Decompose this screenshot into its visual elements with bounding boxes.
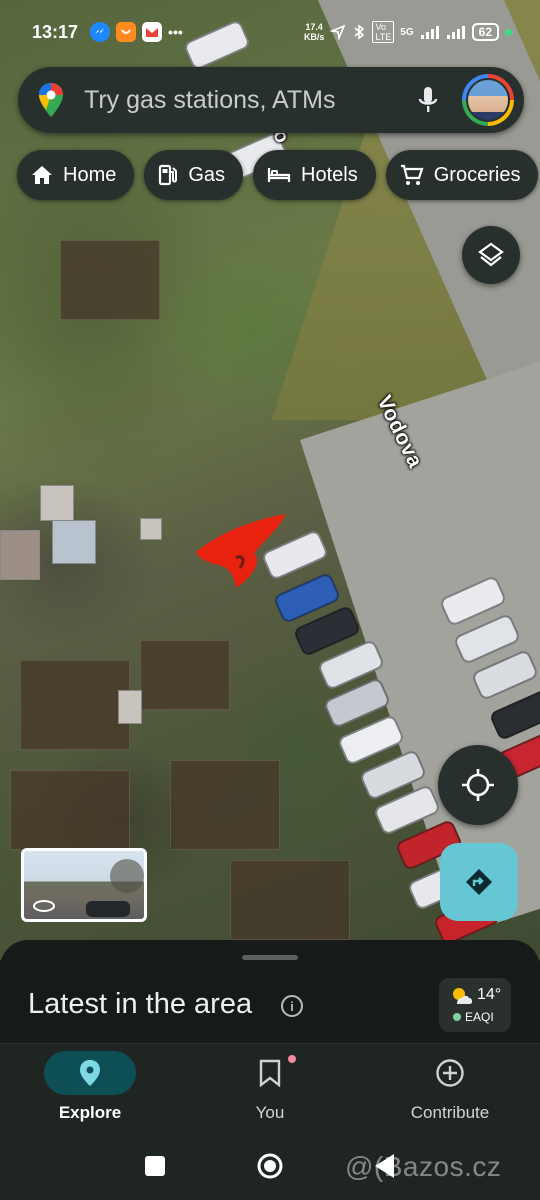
chip-label: Hotels (301, 163, 358, 186)
cart-icon (400, 164, 424, 185)
location-arrow-icon (330, 24, 346, 40)
status-bar: 13:17 ••• 17.4 KB/s Vo LTE 5G 62 (0, 0, 540, 64)
add-circle-icon (436, 1059, 464, 1087)
aqi-status-dot (453, 1013, 461, 1021)
signal-icon (420, 26, 439, 39)
chip-home[interactable]: Home (17, 150, 135, 200)
account-avatar[interactable] (462, 74, 514, 126)
garden-plot (10, 770, 130, 850)
gmail-icon (142, 22, 163, 42)
chip-groceries[interactable]: Groceries (385, 150, 539, 200)
nav-you-pill (224, 1051, 316, 1095)
square-icon (145, 1156, 165, 1176)
bluetooth-icon (354, 24, 365, 40)
pin-icon (80, 1060, 100, 1086)
crosshair-icon (462, 769, 494, 801)
layers-icon (478, 242, 504, 267)
directions-icon (466, 869, 492, 895)
gas-pump-icon (159, 164, 178, 186)
garden-plot (60, 240, 160, 320)
microphone-icon[interactable] (408, 80, 448, 120)
status-time: 13:17 (32, 21, 79, 42)
red-annotation-mark (196, 514, 286, 588)
chip-label: Gas (188, 163, 226, 186)
shed (118, 690, 142, 724)
chip-hotels[interactable]: Hotels (253, 150, 376, 200)
messenger-icon (90, 22, 111, 42)
nav-label: Explore (58, 1103, 122, 1122)
notification-icons: ••• (90, 22, 183, 42)
360-rotate-icon (33, 900, 55, 912)
recents-button[interactable] (144, 1155, 166, 1182)
network-type: 5G (400, 26, 414, 38)
status-indicators: 17.4 KB/s Vo LTE 5G 62 (304, 21, 512, 43)
nav-explore-pill (44, 1051, 136, 1095)
temperature: 14° (477, 986, 502, 1003)
aqi-label: EAQI (465, 1010, 494, 1024)
search-bar[interactable]: Try gas stations, ATMs (18, 67, 524, 133)
shed (0, 530, 40, 580)
notification-dot (288, 1055, 296, 1063)
shed (140, 518, 162, 540)
nav-label: Contribute (410, 1103, 490, 1122)
shed (40, 485, 74, 521)
garden-plot (20, 660, 130, 750)
nav-you[interactable]: You (180, 1044, 360, 1134)
street-view-tree (110, 859, 144, 893)
layers-button[interactable] (462, 226, 520, 284)
air-quality: EAQI (453, 1010, 494, 1024)
shopping-app-icon (116, 22, 137, 42)
nav-contribute-pill (404, 1051, 496, 1095)
nav-explore[interactable]: Explore (0, 1044, 180, 1134)
street-view-thumbnail[interactable] (21, 848, 147, 922)
home-button[interactable] (256, 1152, 284, 1185)
category-chips: Home Gas Hotels Groceries (17, 150, 539, 200)
bookmark-icon (259, 1059, 281, 1087)
nav-label: You (255, 1103, 285, 1122)
garden-plot (230, 860, 350, 940)
weather-badge[interactable]: 14° EAQI (439, 978, 511, 1032)
bed-icon (267, 168, 291, 182)
circle-home-icon (257, 1153, 283, 1179)
my-location-button[interactable] (438, 745, 518, 825)
volte-icon: Vo LTE (372, 21, 395, 43)
home-icon (32, 166, 52, 184)
directions-button[interactable] (440, 843, 518, 921)
privacy-dot (505, 28, 512, 36)
sheet-drag-handle[interactable] (242, 955, 298, 960)
shed (52, 520, 96, 564)
sheet-title: Latest in the area (28, 988, 253, 1020)
garden-plot (170, 760, 280, 850)
chip-gas[interactable]: Gas (144, 150, 244, 200)
bottom-navigation: Explore You Contribute (0, 1043, 540, 1133)
network-speed: 17.4 KB/s (303, 22, 325, 42)
watermark: @(Bazos.cz (345, 1151, 502, 1182)
chip-label: Home (63, 163, 117, 186)
search-input[interactable]: Try gas stations, ATMs (84, 86, 408, 115)
battery-indicator: 62 (471, 23, 499, 41)
nav-contribute[interactable]: Contribute (360, 1044, 540, 1134)
more-notifications-icon: ••• (168, 24, 183, 40)
google-maps-logo-icon (39, 83, 63, 117)
info-icon[interactable]: i (281, 995, 303, 1017)
garden-plot (140, 640, 230, 710)
signal-icon-2 (446, 26, 465, 39)
chip-label: Groceries (433, 163, 521, 186)
street-view-car (86, 901, 130, 917)
partly-cloudy-icon (453, 988, 473, 1004)
